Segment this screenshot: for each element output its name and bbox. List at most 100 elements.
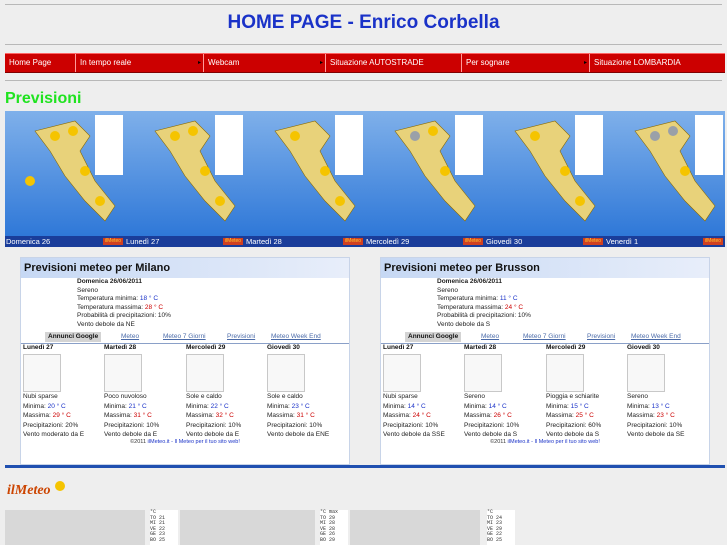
- regional-map[interactable]: [5, 510, 145, 545]
- forecast-widget-brusson: Previsioni meteo per Brusson Domenica 26…: [380, 257, 710, 465]
- tab-meteo-week-end[interactable]: Meteo Week End: [631, 332, 681, 342]
- weather-icon: [464, 354, 502, 392]
- day-forecast: Nubi sparse Minima: 14 ° C Massima: 24 °…: [383, 392, 463, 440]
- map-day-label: Martedì 28: [246, 237, 282, 246]
- tab-annunci-google[interactable]: Annunci Google: [405, 332, 462, 342]
- ilmeteo-logo[interactable]: ilMeteo: [5, 478, 65, 508]
- widget-title: Previsioni meteo per Milano: [21, 258, 349, 278]
- tab-meteo[interactable]: Meteo: [481, 332, 499, 342]
- day-forecast: Sereno Minima: 14 ° C Massima: 26 ° C Pr…: [464, 392, 544, 440]
- day-rain: Precipitazioni: 10%: [383, 421, 439, 429]
- page-title: HOME PAGE - Enrico Corbella: [227, 12, 500, 33]
- day-min: 14 ° C: [407, 402, 426, 410]
- tab-meteo[interactable]: Meteo: [121, 332, 139, 342]
- scale-row: BO 29: [320, 536, 336, 543]
- day-min-label: Minima:: [186, 402, 209, 410]
- forecast-map-day[interactable]: Lunedì 27 ilMeteo: [125, 111, 245, 247]
- nav-per-sognare[interactable]: Per sognare ▸: [461, 54, 589, 72]
- day-max-label: Massima:: [383, 412, 411, 419]
- day-min: 13 ° C: [651, 402, 670, 410]
- day-max: 25 ° C: [575, 412, 594, 419]
- forecast-map-day[interactable]: Mercoledì 29 ilMeteo: [365, 111, 485, 247]
- forecast-map-day[interactable]: Venerdì 1 ilMeteo: [605, 111, 725, 247]
- nav-autostrade[interactable]: Situazione AUTOSTRADE: [325, 54, 461, 72]
- nav-label: Webcam: [208, 58, 240, 67]
- weather-icon: [546, 354, 584, 392]
- day-max: 31 ° C: [133, 412, 152, 419]
- forecast-map-day[interactable]: Giovedì 30 ilMeteo: [485, 111, 605, 247]
- nav-label: Situazione LOMBARDIA: [594, 58, 681, 67]
- today-sky: Sereno: [77, 286, 98, 294]
- day-max-label: Massima:: [186, 412, 214, 419]
- widget-footer: ©2011 ilMeteo.it - Il Meteo per il tuo s…: [381, 439, 709, 445]
- forecast-map-strip[interactable]: Domenica 26 ilMeteo Lunedì 27 ilMeteo Mart…: [5, 111, 725, 247]
- weather-icon: [23, 354, 61, 392]
- nav-label: Per sognare: [466, 58, 510, 67]
- temperature-scale: [575, 115, 603, 175]
- today-min-label: Temperatura minima:: [77, 295, 139, 302]
- today-max-label: Temperatura massima:: [437, 303, 504, 311]
- day-forecast: Pioggia e schiarite Minima: 15 ° C Massi…: [546, 392, 626, 440]
- day-sky: Sole e caldo: [186, 393, 222, 400]
- day-sky: Nubi sparse: [23, 393, 58, 400]
- tab-previsioni[interactable]: Previsioni: [227, 332, 255, 342]
- main-nav: Home Page In tempo reale ▸ Webcam ▸ Situaz…: [5, 53, 725, 73]
- day-rain: Precipitazioni: 10%: [104, 421, 160, 429]
- tab-meteo-week-end[interactable]: Meteo Week End: [271, 332, 321, 342]
- tab-meteo-7-giorni[interactable]: Meteo 7 Giorni: [163, 332, 206, 342]
- day-name: Lunedì 27: [383, 344, 414, 351]
- nav-tempo-reale[interactable]: In tempo reale ▸: [75, 54, 203, 72]
- widget-footer: ©2011 ilMeteo.it - Il Meteo per il tuo s…: [21, 439, 349, 445]
- today-date: Domenica 26/06/2011: [437, 278, 503, 285]
- footer-link[interactable]: ilMeteo.it - Il Meteo per il tuo sito we…: [148, 439, 240, 445]
- day-min: 20 ° C: [47, 402, 66, 410]
- footer-link[interactable]: ilMeteo.it - Il Meteo per il tuo sito we…: [508, 439, 600, 445]
- day-min-label: Minima:: [267, 402, 290, 410]
- day-min: 22 ° C: [210, 402, 229, 410]
- day-max-label: Massima:: [267, 412, 295, 419]
- temperature-scale: [215, 115, 243, 175]
- weather-icon: [383, 354, 421, 392]
- today-date: Domenica 26/06/2011: [77, 278, 143, 285]
- day-rain: Precipitazioni: 10%: [464, 421, 520, 429]
- day-max: 23 ° C: [656, 412, 675, 419]
- day-min-label: Minima:: [104, 402, 127, 410]
- day-max: 32 ° C: [215, 412, 234, 419]
- today-wind: Vento debole da S: [437, 320, 491, 328]
- tab-previsioni[interactable]: Previsioni: [587, 332, 615, 342]
- today-rain: Probabilità di precipitazioni: 10%: [437, 312, 531, 319]
- forecast-map-day[interactable]: Martedì 28 ilMeteo: [245, 111, 365, 247]
- day-min-label: Minima:: [23, 402, 46, 410]
- day-rain: Precipitazioni: 20%: [23, 421, 79, 429]
- day-min-label: Minima:: [546, 402, 569, 410]
- regional-map[interactable]: [180, 510, 315, 545]
- map-day-label: Domenica 26: [6, 237, 51, 246]
- map-day-label: Venerdì 1: [606, 237, 639, 246]
- day-max-label: Massima:: [104, 412, 132, 419]
- regional-map[interactable]: [350, 510, 480, 545]
- forecast-widget-milano: Previsioni meteo per Milano Domenica 26/…: [20, 257, 350, 465]
- nav-home[interactable]: Home Page: [5, 54, 75, 72]
- weather-icon: [104, 354, 142, 392]
- day-sky: Sole e caldo: [267, 393, 303, 400]
- chevron-right-icon: ▸: [197, 60, 201, 66]
- footer-copyright: ©2011: [490, 439, 508, 445]
- widget-tabs: Annunci Google Meteo Meteo 7 Giorni Prev…: [401, 332, 709, 342]
- tab-meteo-7-giorni[interactable]: Meteo 7 Giorni: [523, 332, 566, 342]
- day-min-label: Minima:: [627, 402, 650, 410]
- nav-label: Situazione AUTOSTRADE: [330, 58, 424, 67]
- tab-annunci-google[interactable]: Annunci Google: [45, 332, 102, 342]
- ilmeteo-logo: ilMeteo: [463, 238, 483, 245]
- today-max: 24 ° C: [504, 303, 524, 311]
- day-forecast: Sole e caldo Minima: 22 ° C Massima: 32 …: [186, 392, 266, 440]
- today-sky: Sereno: [437, 286, 458, 294]
- day-name: Giovedì 30: [627, 344, 660, 351]
- ilmeteo-logo: ilMeteo: [343, 238, 363, 245]
- temperature-scale: °C TO 21 MI 21 VE 22 GE 23 BO 25: [150, 509, 178, 545]
- nav-webcam[interactable]: Webcam ▸: [203, 54, 325, 72]
- nav-lombardia[interactable]: Situazione LOMBARDIA: [589, 54, 725, 72]
- map-day-label: Mercoledì 29: [366, 237, 410, 246]
- forecast-map-day[interactable]: Domenica 26 ilMeteo: [5, 111, 125, 247]
- widget-title: Previsioni meteo per Brusson: [381, 258, 709, 278]
- day-sky: Sereno: [464, 393, 485, 400]
